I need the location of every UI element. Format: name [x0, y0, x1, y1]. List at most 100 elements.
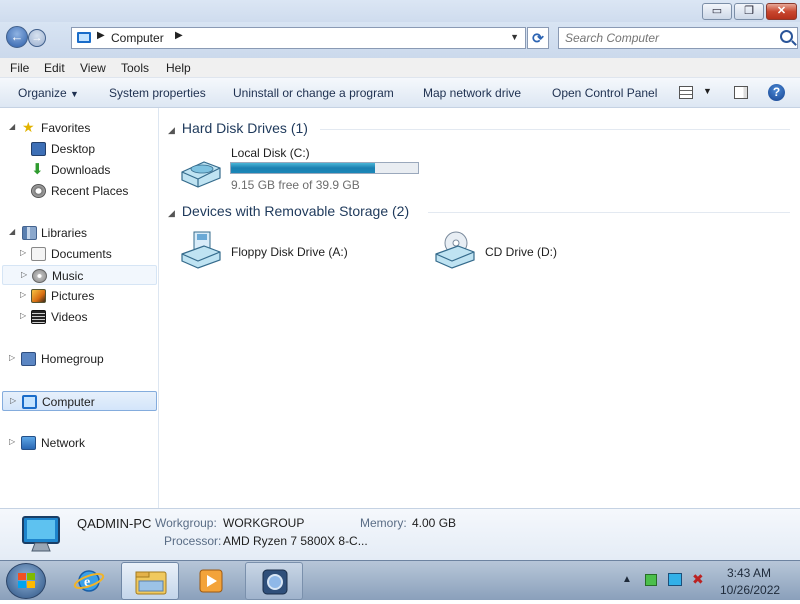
collapsed-arrow-icon[interactable]: ▷ [20, 311, 26, 320]
address-row: ← → ▶ Computer ▶ ▼ ⟳ [0, 22, 800, 58]
volume-muted-icon[interactable]: ✖ [692, 571, 704, 588]
search-icon[interactable] [780, 30, 793, 43]
download-arrow-icon: ⬇ [31, 161, 44, 178]
pictures-icon [31, 289, 46, 303]
music-icon [32, 269, 47, 283]
preview-pane-icon[interactable] [734, 86, 748, 99]
expanded-arrow-icon[interactable]: ◢ [9, 227, 15, 236]
network-status-icon[interactable] [668, 573, 682, 586]
expanded-arrow-icon[interactable]: ◢ [9, 122, 15, 131]
title-bar[interactable]: ▭ ❐ ✕ [0, 0, 800, 22]
view-options-dropdown-icon[interactable]: ▼ [703, 86, 712, 96]
menu-help[interactable]: Help [166, 61, 191, 75]
minimize-icon: ▭ [711, 5, 723, 17]
drive-item-cd[interactable]: CD Drive (D:) [428, 226, 628, 274]
navigation-pane: ◢ ★ Favorites Desktop ⬇ Downloads Recent… [0, 108, 159, 508]
start-button[interactable] [6, 563, 46, 599]
drive-item-local-disk[interactable]: Local Disk (C:) 9.15 GB free of 39.9 GB [174, 144, 424, 194]
workgroup-value: WORKGROUP [223, 516, 305, 530]
minimize-button[interactable]: ▭ [702, 3, 732, 20]
breadcrumb-separator-icon[interactable]: ▶ [97, 30, 105, 41]
clock-time[interactable]: 3:43 AM [727, 566, 771, 580]
nav-item-computer[interactable]: ▷ Computer [2, 391, 157, 411]
action-center-icon[interactable] [645, 574, 657, 586]
nav-item-favorites[interactable]: ◢ ★ Favorites [0, 118, 157, 138]
forward-button[interactable]: → [28, 29, 46, 47]
taskbar-internet-explorer[interactable]: e [60, 562, 118, 600]
taskbar: e ▲ ✖ 3:43 AM 10/26/2022 [0, 560, 800, 600]
close-button[interactable]: ✕ [766, 3, 797, 20]
nav-item-network[interactable]: ▷ Network [0, 433, 157, 453]
homegroup-icon [21, 352, 36, 366]
map-network-drive-button[interactable]: Map network drive [423, 86, 521, 100]
nav-label: Videos [51, 310, 88, 324]
nav-item-documents[interactable]: ▷ Documents [0, 244, 157, 264]
nav-label: Libraries [41, 226, 88, 240]
uninstall-program-button[interactable]: Uninstall or change a program [233, 86, 394, 100]
menu-view[interactable]: View [80, 61, 106, 75]
workgroup-label: Workgroup: [155, 516, 217, 530]
taskbar-media-player[interactable] [182, 562, 240, 600]
breadcrumb-computer[interactable]: Computer [111, 31, 164, 45]
group-title: Devices with Removable Storage (2) [181, 203, 410, 219]
close-icon: ✕ [776, 5, 787, 17]
group-header-hdd[interactable]: ◢ Hard Disk Drives (1) [168, 120, 308, 136]
windows-logo-icon [18, 573, 35, 588]
nav-item-homegroup[interactable]: ▷ Homegroup [0, 349, 157, 369]
collapsed-arrow-icon[interactable]: ▷ [20, 290, 26, 299]
explorer-window: ▭ ❐ ✕ ← → ▶ Computer ▶ ▼ ⟳ File Edit Vie… [0, 0, 800, 560]
collapsed-arrow-icon[interactable]: ▷ [9, 437, 15, 446]
system-properties-button[interactable]: System properties [109, 86, 206, 100]
folder-icon [135, 571, 167, 595]
drive-name: CD Drive (D:) [485, 245, 557, 259]
organize-button[interactable]: Organize ▼ [18, 86, 79, 100]
address-history-dropdown-icon[interactable]: ▼ [510, 32, 519, 42]
nav-item-music[interactable]: ▷ Music [2, 265, 157, 285]
breadcrumb-separator-icon[interactable]: ▶ [175, 30, 183, 41]
nav-label: Desktop [51, 142, 96, 156]
collapsed-arrow-icon[interactable]: ▷ [21, 270, 27, 279]
address-bar[interactable]: ▶ Computer ▶ ▼ [71, 27, 526, 49]
nav-item-libraries[interactable]: ◢ Libraries [0, 223, 157, 243]
computer-large-icon [22, 516, 60, 552]
system-app-icon [262, 569, 288, 595]
maximize-icon: ❐ [744, 5, 754, 17]
disk-usage-bar [230, 162, 419, 174]
nav-item-videos[interactable]: ▷ Videos [0, 307, 157, 327]
menu-tools[interactable]: Tools [121, 61, 149, 75]
search-input[interactable] [565, 31, 775, 45]
help-icon[interactable]: ? [768, 84, 785, 101]
nav-item-pictures[interactable]: ▷ Pictures [0, 286, 157, 306]
show-hidden-icons-icon[interactable]: ▲ [622, 574, 632, 585]
back-button[interactable]: ← [6, 26, 28, 48]
drive-item-floppy[interactable]: Floppy Disk Drive (A:) [174, 226, 394, 274]
nav-item-desktop[interactable]: Desktop [0, 139, 157, 159]
group-header-removable[interactable]: ◢ Devices with Removable Storage (2) [168, 203, 409, 219]
nav-item-recent-places[interactable]: Recent Places [0, 181, 157, 201]
maximize-button[interactable]: ❐ [734, 3, 764, 20]
menu-file[interactable]: File [10, 61, 29, 75]
disk-usage-fill [231, 163, 375, 173]
memory-value: 4.00 GB [412, 516, 457, 530]
drive-name: Local Disk (C:) [231, 146, 310, 160]
change-view-icon[interactable] [679, 86, 693, 99]
collapsed-arrow-icon[interactable]: ▷ [20, 248, 26, 257]
group-collapse-icon[interactable]: ◢ [168, 208, 175, 218]
collapsed-arrow-icon[interactable]: ▷ [10, 396, 16, 405]
taskbar-windows-explorer[interactable] [121, 562, 179, 600]
menu-edit[interactable]: Edit [44, 61, 65, 75]
cd-drive-icon [435, 231, 475, 269]
search-box[interactable] [558, 27, 798, 49]
clock-date[interactable]: 10/26/2022 [720, 583, 780, 597]
refresh-button[interactable]: ⟳ [527, 27, 549, 49]
pc-name: QADMIN-PC [77, 516, 152, 531]
media-player-icon [199, 569, 223, 593]
nav-item-downloads[interactable]: ⬇ Downloads [0, 160, 157, 180]
collapsed-arrow-icon[interactable]: ▷ [9, 353, 15, 362]
open-control-panel-button[interactable]: Open Control Panel [552, 86, 657, 100]
memory-label: Memory: [360, 516, 407, 530]
group-divider [320, 129, 790, 130]
recent-places-icon [31, 184, 46, 198]
taskbar-system-app[interactable] [245, 562, 303, 600]
group-collapse-icon[interactable]: ◢ [168, 125, 175, 135]
